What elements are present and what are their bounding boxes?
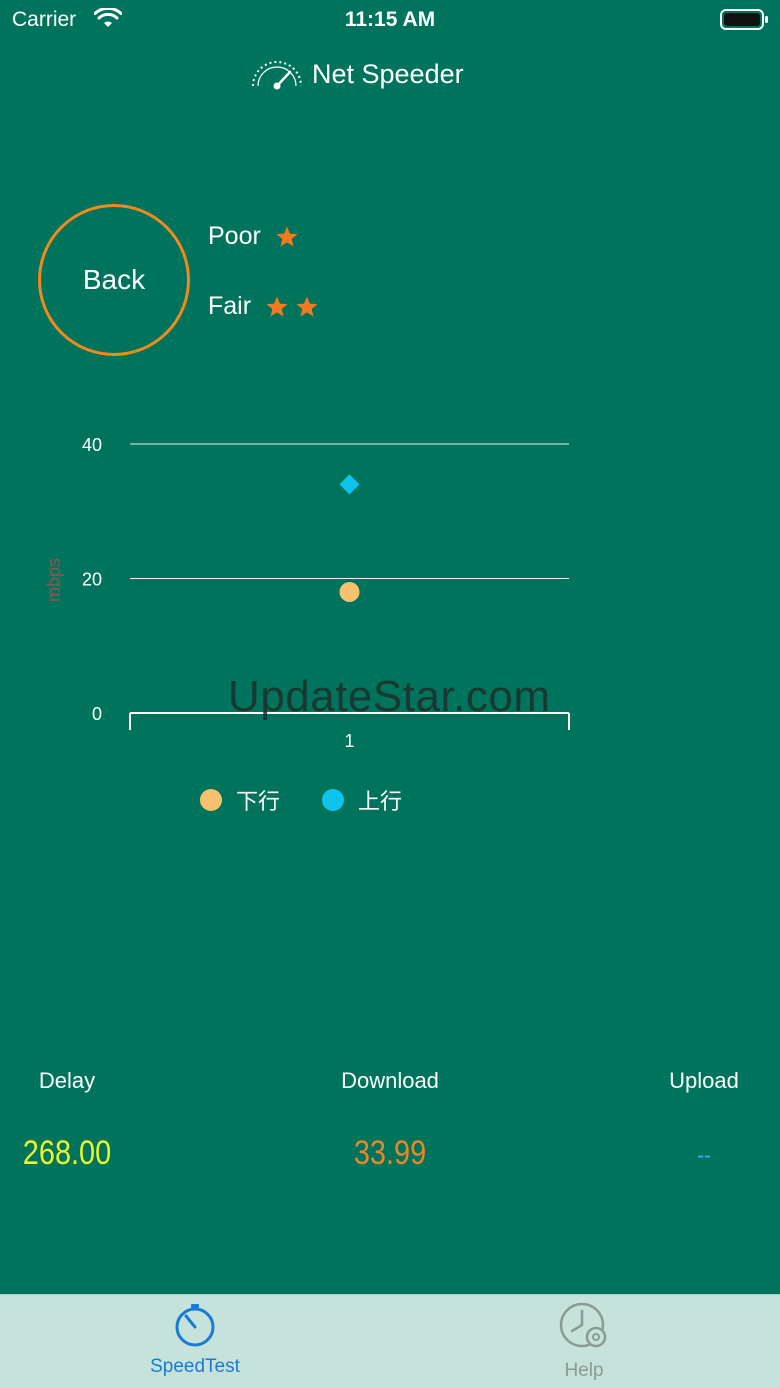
data-point-download [339, 581, 360, 602]
back-button[interactable]: Back [38, 204, 190, 356]
legend-label: 下行 [236, 789, 281, 814]
star-icon [276, 226, 298, 246]
star-row [275, 225, 299, 249]
watermark-text: UpdateStar.com [228, 672, 551, 721]
star-icon [266, 296, 288, 316]
data-point-upload [339, 474, 360, 495]
clock-gear-icon [559, 1302, 607, 1348]
delay-label: Delay [38, 1068, 96, 1093]
download-label: Download [341, 1068, 439, 1093]
rating-fair: Fair [208, 292, 319, 321]
rating-label: Fair [208, 292, 252, 320]
tab-label: Help [564, 1360, 604, 1381]
y-axis-label: mbps [44, 558, 64, 602]
upload-label: Upload [669, 1068, 739, 1093]
delay-value: 268.00 [22, 1134, 112, 1172]
x-tick-label: 1 [344, 731, 354, 751]
back-button-label: Back [82, 264, 146, 295]
status-bar: Carrier 11:15 AM [0, 0, 780, 40]
star-row [265, 295, 319, 319]
tab-bar: SpeedTest Help [0, 1294, 780, 1388]
download-value: 33.99 [353, 1134, 427, 1172]
star-icon [296, 296, 318, 316]
rating-poor: Poor [208, 222, 299, 251]
y-tick-label: 40 [82, 435, 102, 455]
tab-help[interactable]: Help [484, 1301, 684, 1382]
y-tick-label: 0 [92, 704, 102, 724]
legend-item-download[interactable]: 下行 [200, 784, 280, 816]
stopwatch-icon [175, 1304, 215, 1347]
clock-time: 11:15 AM [344, 8, 436, 31]
tab-speedtest[interactable]: SpeedTest [95, 1301, 295, 1378]
legend-label: 上行 [358, 789, 403, 814]
rating-label: Poor [208, 222, 261, 250]
legend-item-upload[interactable]: 上行 [322, 784, 402, 816]
battery-icon [720, 8, 770, 37]
chart-legend: 下行 上行 [200, 784, 444, 816]
legend-swatch [322, 789, 345, 811]
page-title: Net Speeder [312, 59, 464, 89]
nav-bar: Net Speeder [0, 54, 780, 98]
y-tick-label: 20 [82, 570, 102, 590]
legend-swatch [200, 789, 222, 811]
upload-value: -- [697, 1142, 711, 1169]
tab-label: SpeedTest [150, 1356, 240, 1377]
speedometer-icon [248, 54, 306, 95]
